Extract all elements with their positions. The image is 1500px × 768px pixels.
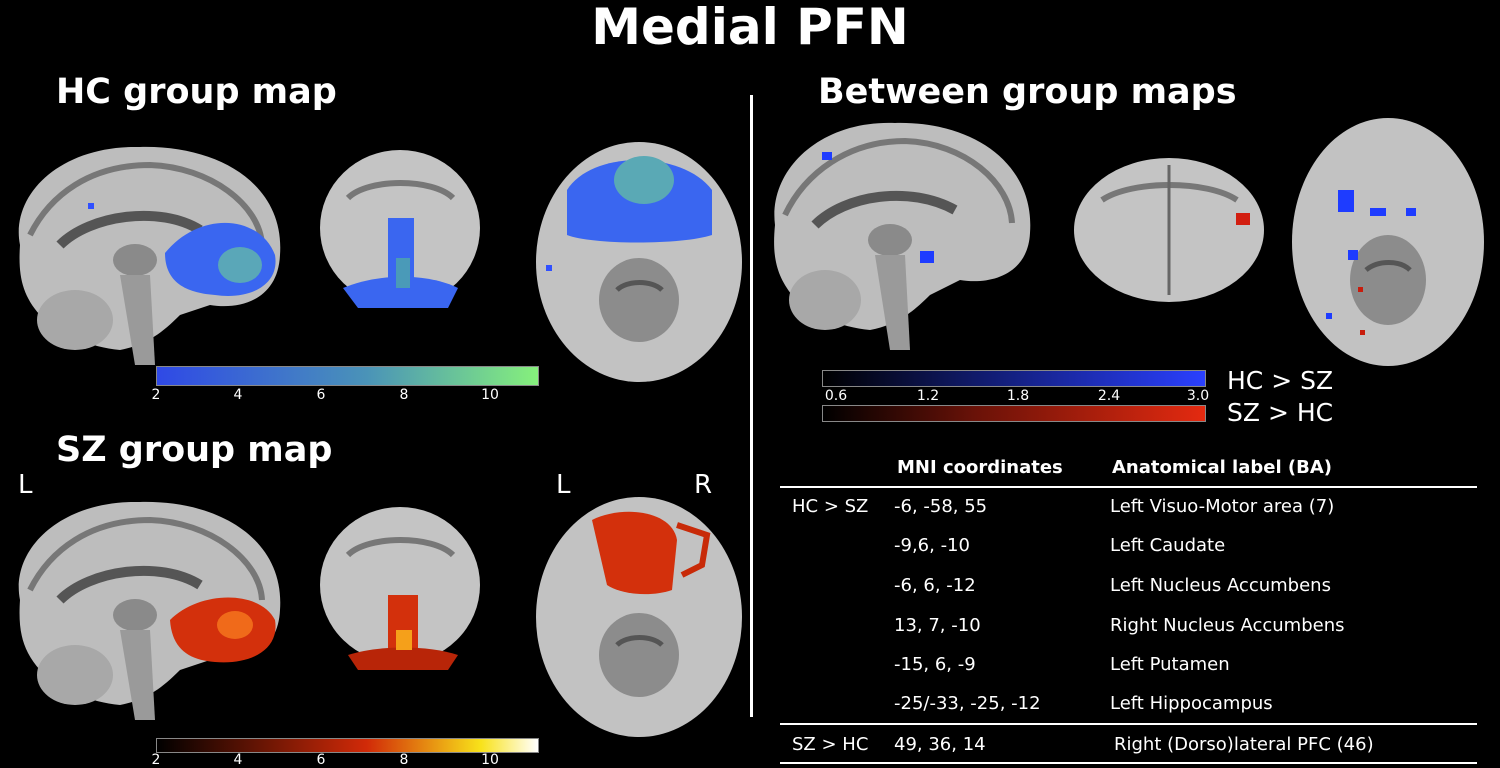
figure-title: Medial PFN: [591, 0, 909, 56]
sz-axial-brain: [536, 497, 742, 737]
table-cell-coords: -9,6, -10: [894, 535, 970, 556]
table-rule-top: [780, 486, 1477, 488]
sz-gt-hc-legend-label: SZ > HC: [1227, 398, 1334, 427]
sz-panel-title: SZ group map: [56, 430, 333, 470]
hc-colorbar-tick: 4: [233, 387, 243, 403]
hc-gt-sz-legend-label: HC > SZ: [1227, 366, 1334, 395]
table-cell-label: Right Nucleus Accumbens: [1110, 615, 1345, 636]
table-cell-coords: -6, 6, -12: [894, 575, 976, 596]
sz-colorbar: [156, 738, 539, 753]
table-cell-coords: -6, -58, 55: [894, 496, 988, 517]
sz-gt-hc-colorbar: [822, 405, 1206, 422]
table-cell-label: Left Nucleus Accumbens: [1110, 575, 1331, 596]
hc-colorbar-tick: 2: [151, 387, 161, 403]
between-sagittal-brain: [774, 122, 1031, 350]
table-cell-label: Left Hippocampus: [1110, 693, 1273, 714]
hc-axial-brain: [536, 142, 742, 382]
between-axial-brain: [1292, 118, 1484, 366]
between-coronal-brain: [1074, 158, 1264, 302]
hc-sagittal-brain: [18, 146, 281, 365]
between-panel-title: Between group maps: [818, 72, 1237, 112]
table-header-label: Anatomical label (BA): [1112, 457, 1332, 478]
sz-sagittal-brain: [18, 501, 281, 720]
table-cell-coords: -25/-33, -25, -12: [894, 693, 1041, 714]
sz-coronal-brain: [320, 507, 480, 670]
table-cell-label: Left Caudate: [1110, 535, 1226, 556]
between-colorbar-tick: 2.4: [1097, 388, 1121, 404]
sz-colorbar-tick: 10: [481, 752, 499, 768]
panel-divider: [750, 95, 753, 717]
table-rule-middle: [780, 723, 1477, 725]
between-colorbar-tick: 1.8: [1006, 388, 1030, 404]
sz-colorbar-tick: 8: [399, 752, 409, 768]
hc-panel-title: HC group map: [56, 72, 337, 112]
table-cell-coords: 13, 7, -10: [894, 615, 981, 636]
table-cell-coords: -15, 6, -9: [894, 654, 976, 675]
table-cell-label: Right (Dorso)lateral PFC (46): [1114, 734, 1374, 755]
table-cell-group: SZ > HC: [792, 734, 869, 755]
hc-coronal-brain: [320, 150, 480, 308]
between-colorbar-tick: 0.6: [824, 388, 848, 404]
table-cell-group: HC > SZ: [792, 496, 869, 517]
sz-colorbar-tick: 2: [151, 752, 161, 768]
sz-colorbar-tick: 6: [316, 752, 326, 768]
table-cell-label: Left Putamen: [1110, 654, 1230, 675]
sz-colorbar-tick: 4: [233, 752, 243, 768]
hc-colorbar-tick: 8: [399, 387, 409, 403]
between-colorbar-tick: 1.2: [916, 388, 940, 404]
table-header-coords: MNI coordinates: [897, 457, 1063, 478]
hc-colorbar-tick: 6: [316, 387, 326, 403]
table-cell-label: Left Visuo-Motor area (7): [1110, 496, 1335, 517]
table-rule-bottom: [780, 762, 1477, 764]
between-colorbar-tick: 3.0: [1186, 388, 1210, 404]
table-cell-coords: 49, 36, 14: [894, 734, 986, 755]
hc-gt-sz-colorbar: [822, 370, 1206, 387]
hc-colorbar-tick: 10: [481, 387, 499, 403]
hc-colorbar: [156, 366, 539, 386]
